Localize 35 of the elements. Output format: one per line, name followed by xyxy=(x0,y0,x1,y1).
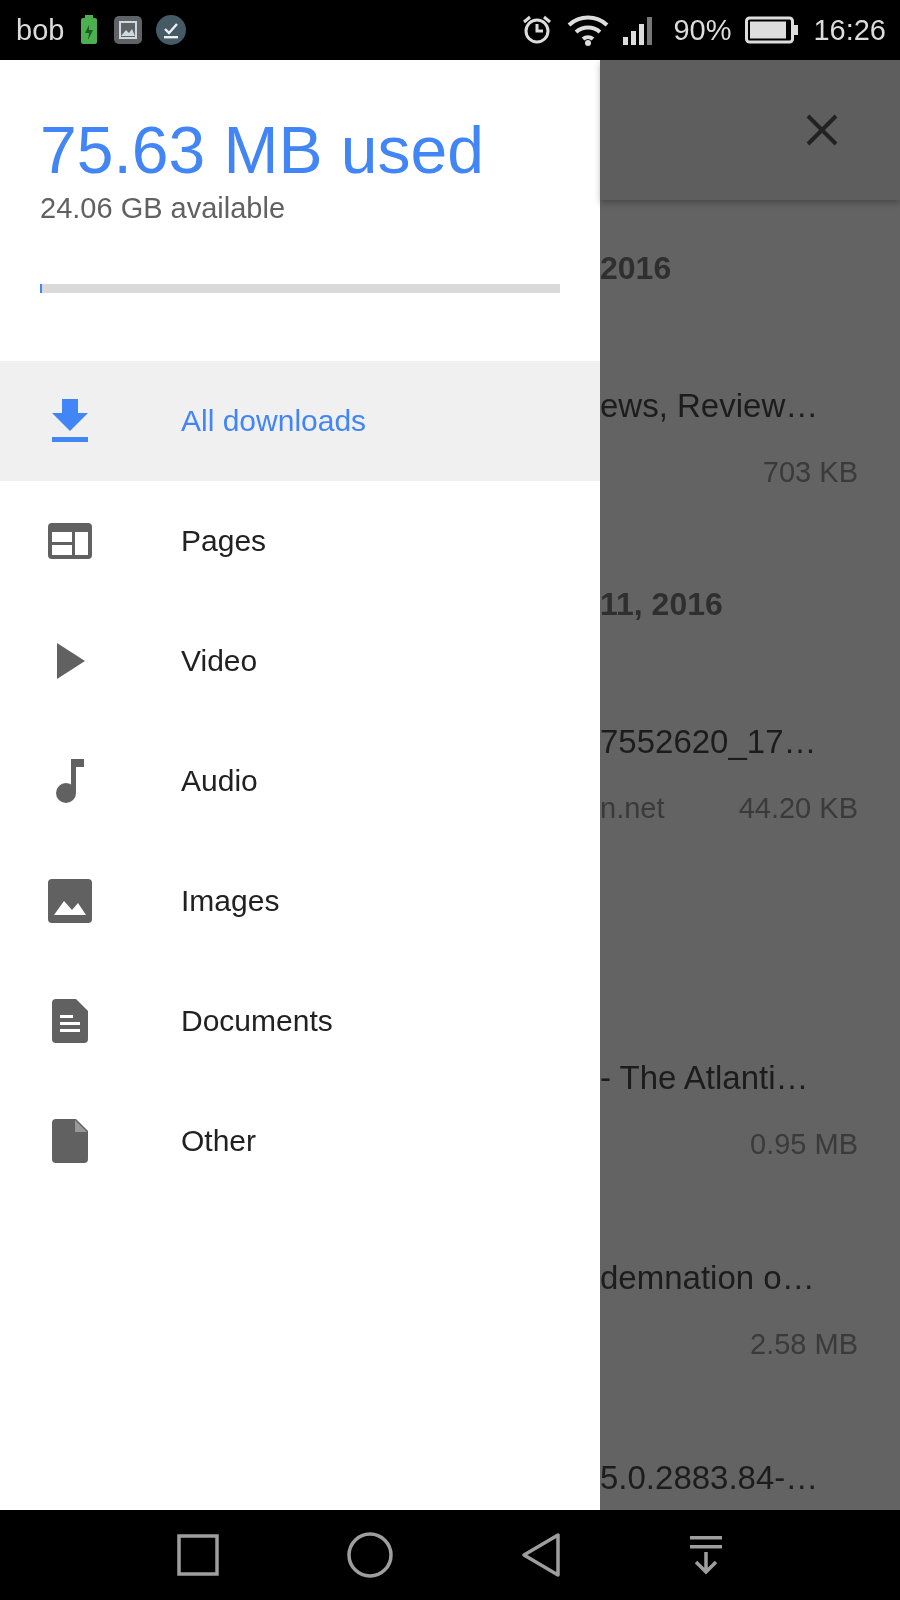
drawer-menu-label: Other xyxy=(181,1124,257,1158)
image-icon xyxy=(114,16,143,44)
carrier-label: bob xyxy=(16,13,65,47)
check-circle-icon xyxy=(156,15,187,45)
drawer-menu-label: All downloads xyxy=(181,404,367,438)
alarm-icon xyxy=(521,14,554,46)
drawer-menu-item[interactable]: Video xyxy=(0,601,600,721)
download-icon xyxy=(49,399,90,443)
clock-time: 16:26 xyxy=(813,13,886,47)
storage-available-text: 24.06 GB available xyxy=(40,191,287,226)
play-icon xyxy=(54,643,85,679)
drawer-menu-label: Documents xyxy=(181,1004,333,1038)
battery-percent: 90% xyxy=(673,13,732,47)
square-icon[interactable] xyxy=(176,1533,220,1577)
drawer-menu-item[interactable]: Audio xyxy=(0,721,600,841)
music-note-icon xyxy=(55,759,84,803)
drawer-menu-label: Pages xyxy=(181,524,267,558)
home-circle-icon[interactable] xyxy=(346,1531,394,1579)
storage-used-title: 75.63 MB used xyxy=(40,112,485,188)
drawer-menu-item[interactable]: Images xyxy=(0,841,600,961)
pull-down-icon[interactable] xyxy=(688,1534,724,1576)
back-triangle-icon[interactable] xyxy=(520,1532,562,1578)
drawer-menu-item[interactable]: Other xyxy=(0,1081,600,1201)
drawer-menu-label: Audio xyxy=(181,764,258,798)
wifi-icon xyxy=(567,14,610,46)
drawer-menu-item[interactable]: Documents xyxy=(0,961,600,1081)
drawer-menu-label: Images xyxy=(181,884,280,918)
image-icon xyxy=(47,879,92,923)
document-icon xyxy=(51,999,88,1043)
drawer-menu-label: Video xyxy=(181,644,258,678)
battery-icon xyxy=(745,16,800,44)
drawer-menu-item[interactable]: Pages xyxy=(0,481,600,601)
file-icon xyxy=(51,1119,88,1163)
web-page-icon xyxy=(47,523,92,559)
close-icon[interactable] xyxy=(806,114,838,146)
